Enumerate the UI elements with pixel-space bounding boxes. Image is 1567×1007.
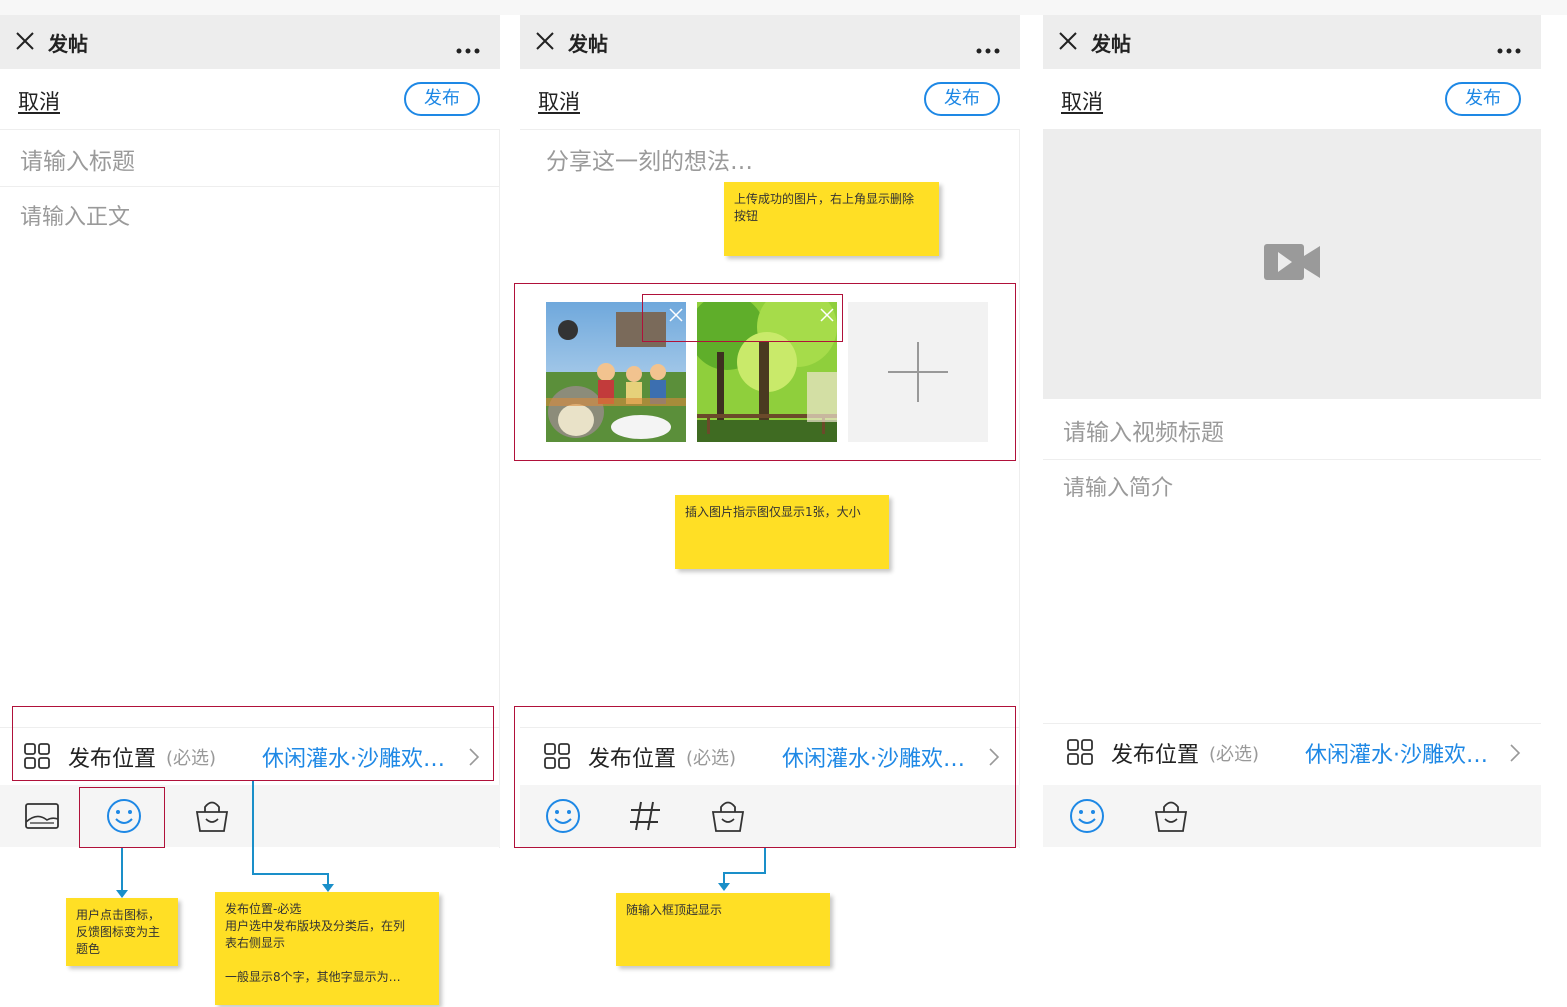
- toolbar-highlight: [514, 706, 1016, 848]
- video-title-placeholder: 请输入视频标题: [1063, 420, 1224, 446]
- annotation-uploaded-image: 上传成功的图片，右上角显示删除 按钮: [724, 182, 939, 256]
- wechat-title: 发帖: [1091, 32, 1131, 56]
- video-camera-icon: [1264, 242, 1321, 282]
- wechat-title-bar: 发帖: [520, 15, 1020, 69]
- post-panel-video: 发帖 取消 发布 请输入视频标题 请输入简介 发布位置 (必选) 休闲灌水·沙雕…: [1043, 15, 1541, 848]
- cancel-button[interactable]: 取消: [1061, 86, 1103, 116]
- app-header: 取消 发布: [520, 69, 1020, 130]
- cancel-button[interactable]: 取消: [538, 86, 580, 116]
- publish-button[interactable]: 发布: [1445, 82, 1521, 116]
- more-icon[interactable]: [1497, 39, 1521, 54]
- location-value: 休闲灌水·沙雕欢…: [1305, 743, 1488, 768]
- video-upload-area[interactable]: [1043, 129, 1541, 399]
- annotation-location: 发布位置-必选 用户选中发布版块及分类后，在列 表右侧显示 一般显示8个字，其他…: [215, 892, 439, 1005]
- annotation-emoji-feedback: 用户点击图标， 反馈图标变为主 题色: [66, 898, 178, 966]
- wechat-title: 发帖: [568, 32, 608, 56]
- category-grid-icon: [1067, 739, 1093, 765]
- delete-buttons-highlight: [642, 294, 843, 342]
- video-title-input[interactable]: 请输入视频标题: [1043, 399, 1541, 460]
- app-header: 取消 发布: [1043, 69, 1541, 130]
- emoji-icon[interactable]: [1066, 795, 1108, 837]
- chevron-right-icon: [1509, 743, 1521, 763]
- location-required: (必选): [1209, 744, 1260, 765]
- close-icon[interactable]: [534, 30, 556, 52]
- publish-button[interactable]: 发布: [924, 82, 1000, 116]
- annotation-toolbar-follow: 随输入框顶起显示: [616, 893, 830, 966]
- location-label: 发布位置: [1111, 743, 1200, 768]
- more-icon[interactable]: [976, 39, 1000, 54]
- video-desc-placeholder[interactable]: 请输入简介: [1063, 470, 1173, 502]
- content-input[interactable]: 分享这一刻的想法…: [520, 130, 1020, 186]
- close-icon[interactable]: [1057, 30, 1079, 52]
- shop-bag-icon[interactable]: [1150, 795, 1192, 837]
- bottom-toolbar: [1043, 785, 1541, 847]
- location-row[interactable]: 发布位置 (必选) 休闲灌水·沙雕欢…: [1043, 723, 1541, 780]
- content-placeholder: 分享这一刻的想法…: [546, 149, 753, 175]
- wechat-title-bar: 发帖: [1043, 15, 1541, 69]
- annotation-insert-image: 插入图片指示图仅显示1张，大小: [675, 495, 889, 569]
